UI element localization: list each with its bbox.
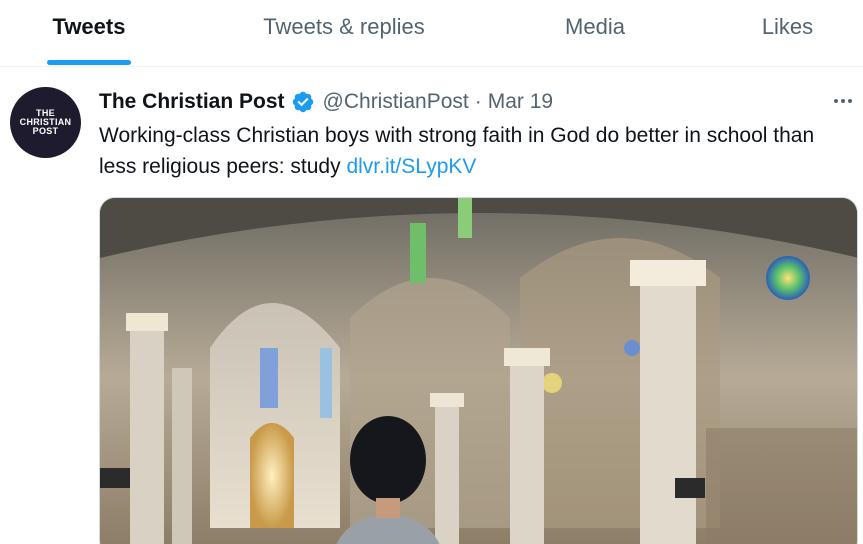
active-tab-indicator — [47, 60, 131, 65]
more-dot — [841, 99, 845, 103]
verified-badge-icon — [292, 91, 313, 113]
tweet-header: The Christian Post @ChristianPost · Mar … — [99, 88, 553, 116]
tab-media[interactable]: Media — [510, 0, 680, 67]
more-options-icon[interactable] — [828, 90, 858, 112]
tab-tweets-and-replies-label: Tweets & replies — [263, 14, 425, 39]
tab-likes[interactable]: Likes — [715, 0, 860, 67]
tweet-media-image[interactable] — [99, 197, 858, 544]
display-name[interactable]: The Christian Post — [99, 90, 285, 114]
church-interior-photo — [100, 198, 857, 544]
tab-media-label: Media — [565, 14, 625, 39]
separator-dot: · — [474, 90, 482, 113]
tab-likes-label: Likes — [761, 14, 814, 39]
avatar-text-line3: POST — [32, 126, 59, 136]
tweet-text: Working-class Christian boys with strong… — [99, 120, 839, 182]
more-dot — [834, 99, 838, 103]
profile-tabs: Tweets Tweets & replies Media Likes — [0, 0, 863, 67]
more-dot — [848, 99, 852, 103]
tab-tweets-label: Tweets — [52, 14, 126, 39]
user-handle[interactable]: @ChristianPost — [323, 90, 469, 114]
tab-tweets[interactable]: Tweets — [0, 0, 178, 67]
tweet-link[interactable]: dlvr.it/SLypKV — [346, 155, 476, 178]
tab-tweets-and-replies[interactable]: Tweets & replies — [178, 0, 510, 67]
tweet-date[interactable]: Mar 19 — [488, 90, 553, 114]
avatar[interactable]: THE CHRISTIAN POST — [10, 87, 81, 158]
